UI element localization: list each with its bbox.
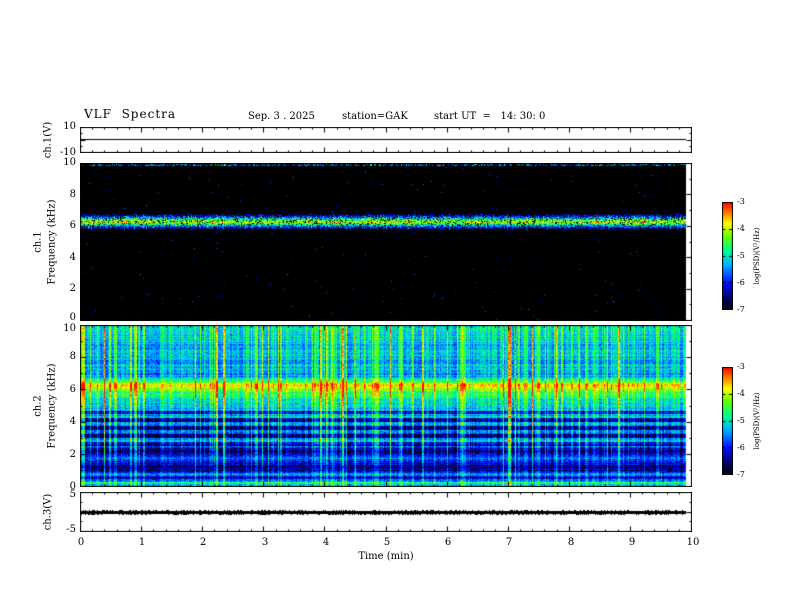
colorbar-tick-label: -5 bbox=[737, 416, 745, 425]
ch1v-axis-label: ch.1(V) bbox=[42, 121, 54, 159]
x-tick-label: 6 bbox=[444, 537, 452, 548]
spec2-frequency-label: Frequency (kHz) bbox=[46, 363, 58, 449]
y-tick-label: 10 bbox=[63, 323, 76, 334]
colorbar-ch2 bbox=[722, 367, 733, 475]
y-tick-label: 2 bbox=[69, 283, 76, 294]
ch3-voltage-panel bbox=[80, 492, 692, 532]
header-start-ut: start UT = 14: 30: 0 bbox=[434, 111, 546, 122]
ch2-spectrogram bbox=[80, 325, 692, 487]
colorbar-tick-label: -6 bbox=[737, 278, 745, 287]
colorbar2-label: log(PSD)(V²/Hz) bbox=[753, 392, 761, 450]
x-tick-label: 5 bbox=[383, 537, 391, 548]
header-date: Sep. 3 . 2025 bbox=[248, 111, 315, 122]
colorbar1-label: log(PSD)(V²/Hz) bbox=[753, 227, 761, 285]
colorbar-ch1 bbox=[722, 202, 733, 310]
y-tick-label: 2 bbox=[69, 449, 76, 460]
x-tick-label: 8 bbox=[567, 537, 575, 548]
x-tick-label: 7 bbox=[505, 537, 513, 548]
colorbar-tick-label: -7 bbox=[737, 305, 745, 314]
x-tick-label: 10 bbox=[686, 537, 700, 548]
x-tick-label: 2 bbox=[199, 537, 207, 548]
ch3v-axis-label: ch.3(V) bbox=[42, 493, 54, 531]
header-station: station=GAK bbox=[342, 111, 408, 122]
colorbar-tick-label: -7 bbox=[737, 470, 745, 479]
x-tick-label: 9 bbox=[628, 537, 636, 548]
colorbar-tick-label: -5 bbox=[737, 251, 745, 260]
ch1-spectrogram bbox=[80, 163, 692, 321]
colorbar-tick-label: -4 bbox=[737, 389, 745, 398]
x-tick-label: 1 bbox=[138, 537, 146, 548]
plot-title: VLF Spectra bbox=[84, 107, 177, 121]
y-tick-label: 10 bbox=[63, 157, 76, 168]
x-tick-label: 4 bbox=[322, 537, 330, 548]
x-tick-label: 0 bbox=[77, 537, 85, 548]
x-tick-label: 3 bbox=[261, 537, 269, 548]
ch1-voltage-panel bbox=[80, 127, 692, 153]
y-tick-label: 8 bbox=[69, 351, 76, 362]
spec2-channel-label: ch.2 bbox=[32, 395, 44, 417]
colorbar-tick-label: -6 bbox=[737, 443, 745, 452]
spec1-frequency-label: Frequency (kHz) bbox=[46, 199, 58, 285]
vlf-spectra-figure: VLF Spectra Sep. 3 . 2025 station=GAK st… bbox=[0, 0, 792, 612]
colorbar-tick-label: -3 bbox=[737, 362, 745, 371]
colorbar-tick-label: -4 bbox=[737, 224, 745, 233]
colorbar-tick-label: -3 bbox=[737, 197, 745, 206]
spec1-channel-label: ch.1 bbox=[32, 231, 44, 253]
x-axis-title: Time (min) bbox=[358, 551, 414, 562]
